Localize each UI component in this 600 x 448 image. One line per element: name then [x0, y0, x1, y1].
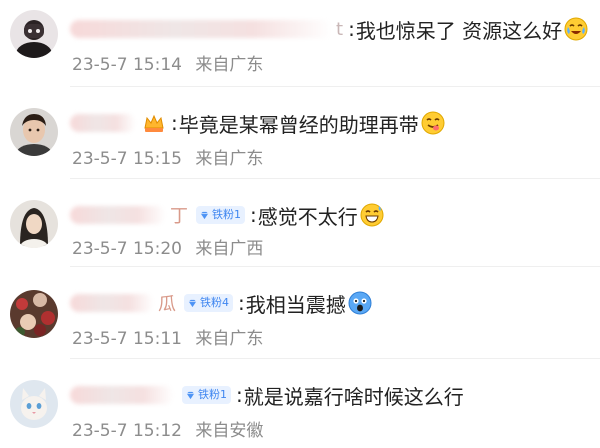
comment-meta: 23-5-7 15:15 来自广东 — [72, 144, 263, 169]
comment-date: 23-5-7 — [72, 329, 128, 349]
diamond-icon — [186, 391, 195, 399]
username-blurred[interactable] — [70, 20, 332, 38]
fan-level-label: 铁粉1 — [198, 388, 227, 401]
avatar[interactable] — [10, 10, 58, 58]
comment-text: 毕竟是某幂曾经的助理再带 — [178, 112, 419, 137]
comment-date: 23-5-7 — [72, 55, 128, 75]
comment-header: t : 我也惊呆了 资源这么好 — [70, 16, 588, 43]
username-tail[interactable]: t — [336, 19, 343, 40]
divider — [70, 86, 600, 87]
comment-location: 来自广西 — [195, 239, 264, 259]
comment-time: 15:20 — [132, 239, 182, 259]
divider — [70, 178, 600, 179]
comment-text: 我也惊呆了 资源这么好 — [355, 18, 563, 43]
fan-level-badge[interactable]: 铁粉1 — [182, 386, 231, 404]
comment-location: 来自广东 — [195, 55, 264, 75]
crown-emoji — [144, 114, 164, 132]
grin-sweat-emoji — [360, 203, 384, 227]
comment-time: 15:15 — [132, 149, 182, 169]
colon: : — [250, 203, 257, 227]
comment-meta: 23-5-7 15:12 来自安徽 — [72, 416, 263, 441]
avatar[interactable] — [10, 380, 58, 428]
comment-header: : 毕竟是某幂曾经的助理再带 — [70, 110, 445, 137]
comment-item[interactable]: 丁 铁粉1 : 感觉不太行 23-5-7 15:20 来自广西 — [0, 180, 600, 268]
avatar[interactable] — [10, 200, 58, 248]
comment-time: 15:14 — [132, 55, 182, 75]
comment-text: 就是说嘉行啥时候这么行 — [243, 384, 464, 409]
comment-time: 15:12 — [132, 421, 182, 441]
fan-level-badge[interactable]: 铁粉1 — [196, 206, 245, 224]
comment-item[interactable]: 铁粉1 : 就是说嘉行啥时候这么行 23-5-7 15:12 来自安徽 — [0, 360, 600, 448]
comment-item[interactable]: 瓜 铁粉4 : 我相当震撼 23-5-7 15:11 来自广东 — [0, 270, 600, 359]
diamond-icon — [200, 211, 209, 219]
comment-location: 来自安徽 — [195, 421, 264, 441]
comment-header: 瓜 铁粉4 : 我相当震撼 — [70, 290, 372, 317]
comment-text: 感觉不太行 — [257, 204, 358, 229]
yum-emoji — [421, 111, 445, 135]
username-blurred[interactable] — [70, 294, 154, 312]
comment-item[interactable]: t : 我也惊呆了 资源这么好 23-5-7 15:14 来自广东 — [0, 0, 600, 88]
comment-location: 来自广东 — [195, 149, 264, 169]
divider — [70, 266, 600, 267]
divider — [70, 358, 600, 359]
username-tail[interactable]: 丁 — [170, 202, 188, 228]
username-blurred[interactable] — [70, 114, 136, 132]
comment-date: 23-5-7 — [72, 149, 128, 169]
shocked-emoji — [348, 291, 372, 315]
username-blurred[interactable] — [70, 206, 166, 224]
avatar[interactable] — [10, 290, 58, 338]
comment-header: 丁 铁粉1 : 感觉不太行 — [70, 202, 384, 229]
comment-header: 铁粉1 : 就是说嘉行啥时候这么行 — [70, 382, 464, 409]
comment-meta: 23-5-7 15:20 来自广西 — [72, 234, 263, 259]
comment-text: 我相当震撼 — [245, 292, 346, 317]
comment-date: 23-5-7 — [72, 421, 128, 441]
username-blurred[interactable] — [70, 386, 174, 404]
comment-location: 来自广东 — [195, 329, 264, 349]
username-tail[interactable]: 瓜 — [158, 290, 176, 316]
colon: : — [348, 17, 355, 41]
comment-meta: 23-5-7 15:14 来自广东 — [72, 50, 263, 75]
tears-of-joy-emoji — [564, 17, 588, 41]
comment-meta: 23-5-7 15:11 来自广东 — [72, 324, 263, 349]
comment-list: t : 我也惊呆了 资源这么好 23-5-7 15:14 来自广东: 毕竟是某… — [0, 0, 600, 446]
fan-level-badge[interactable]: 铁粉4 — [184, 294, 233, 312]
colon: : — [238, 291, 245, 315]
comment-time: 15:11 — [132, 329, 182, 349]
fan-level-label: 铁粉1 — [212, 208, 241, 221]
avatar[interactable] — [10, 108, 58, 156]
comment-date: 23-5-7 — [72, 239, 128, 259]
fan-level-label: 铁粉4 — [200, 296, 229, 309]
colon: : — [236, 383, 243, 407]
comment-item[interactable]: : 毕竟是某幂曾经的助理再带 23-5-7 15:15 来自广东 — [0, 88, 600, 179]
colon: : — [171, 111, 178, 135]
diamond-icon — [188, 299, 197, 307]
